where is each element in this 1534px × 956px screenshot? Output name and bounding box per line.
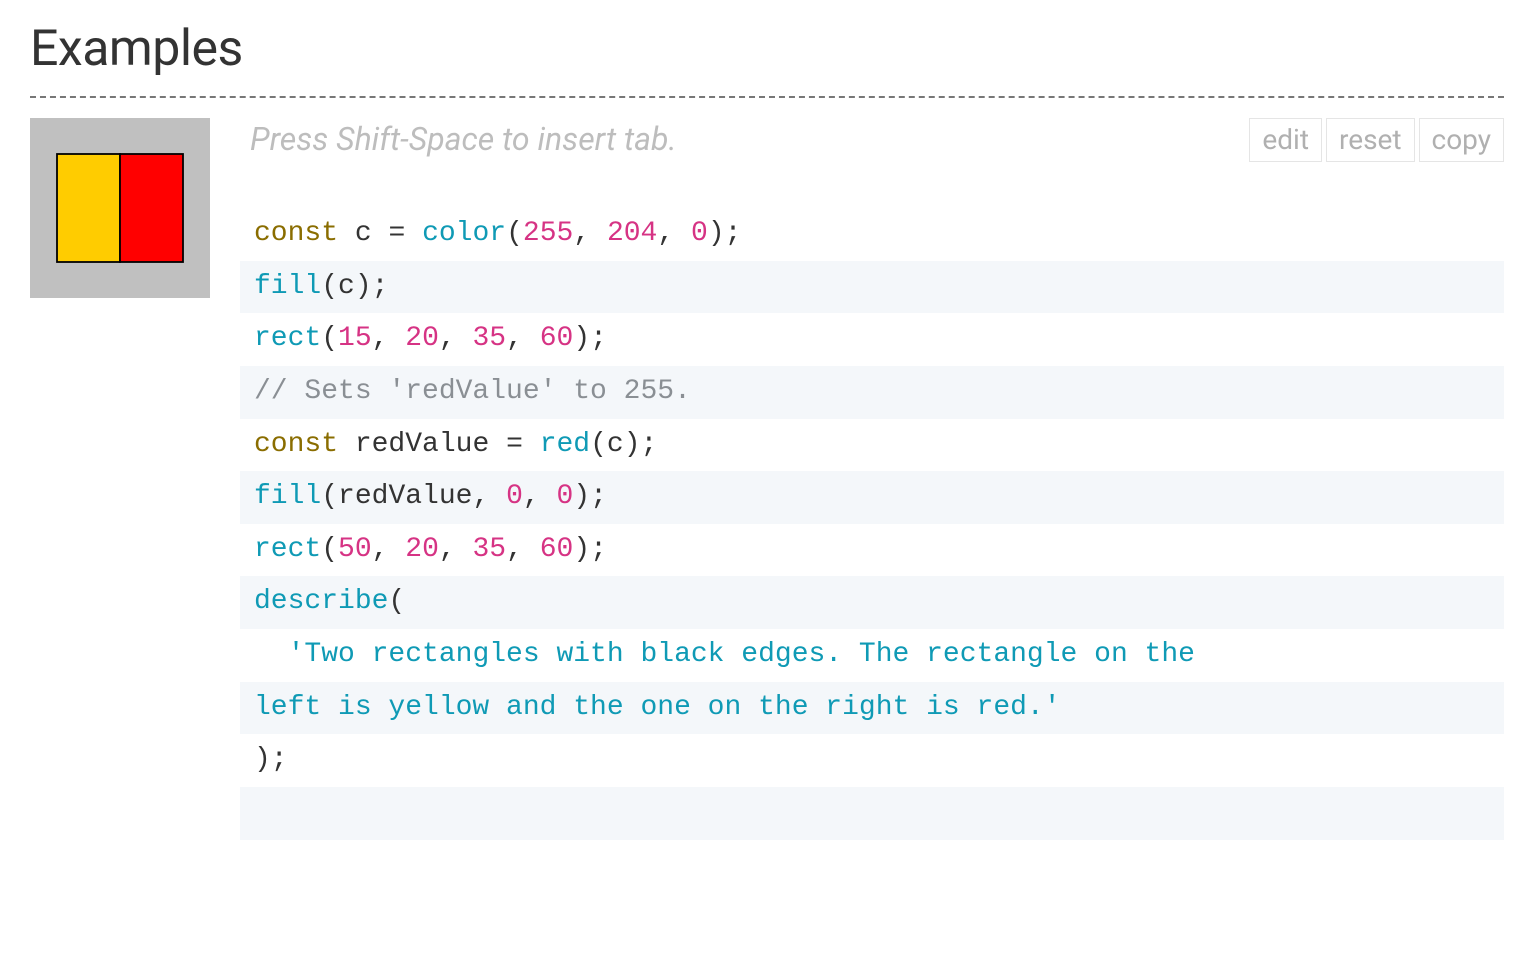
edit-button[interactable]: edit [1249, 118, 1322, 162]
code-line: rect(15, 20, 35, 60); [240, 313, 1504, 366]
section-title: Examples [30, 20, 1504, 78]
code-line [240, 787, 1504, 840]
code-line: ); [240, 734, 1504, 787]
preview-rect [57, 154, 120, 262]
example-row: edit reset copy Press Shift-Space to ins… [30, 118, 1504, 840]
code-line: const c = color(255, 204, 0); [240, 208, 1504, 261]
reset-button[interactable]: reset [1326, 118, 1415, 162]
copy-button[interactable]: copy [1419, 118, 1504, 162]
code-line: 'Two rectangles with black edges. The re… [240, 629, 1504, 682]
preview-rect [120, 154, 183, 262]
code-toolbar: edit reset copy [1249, 118, 1504, 162]
code-line: left is yellow and the one on the right … [240, 682, 1504, 735]
code-line: // Sets 'redValue' to 255. [240, 366, 1504, 419]
preview-svg [30, 118, 210, 298]
code-line: const redValue = red(c); [240, 419, 1504, 472]
code-line: describe( [240, 576, 1504, 629]
examples-section: Examples edit reset copy Press Shift-Spa… [0, 0, 1534, 870]
code-line: fill(redValue, 0, 0); [240, 471, 1504, 524]
code-line: fill(c); [240, 261, 1504, 314]
canvas-preview [30, 118, 210, 298]
section-divider [30, 96, 1504, 98]
code-area: edit reset copy Press Shift-Space to ins… [240, 118, 1504, 840]
code-line: rect(50, 20, 35, 60); [240, 524, 1504, 577]
code-block[interactable]: const c = color(255, 204, 0);fill(c);rec… [240, 208, 1504, 840]
